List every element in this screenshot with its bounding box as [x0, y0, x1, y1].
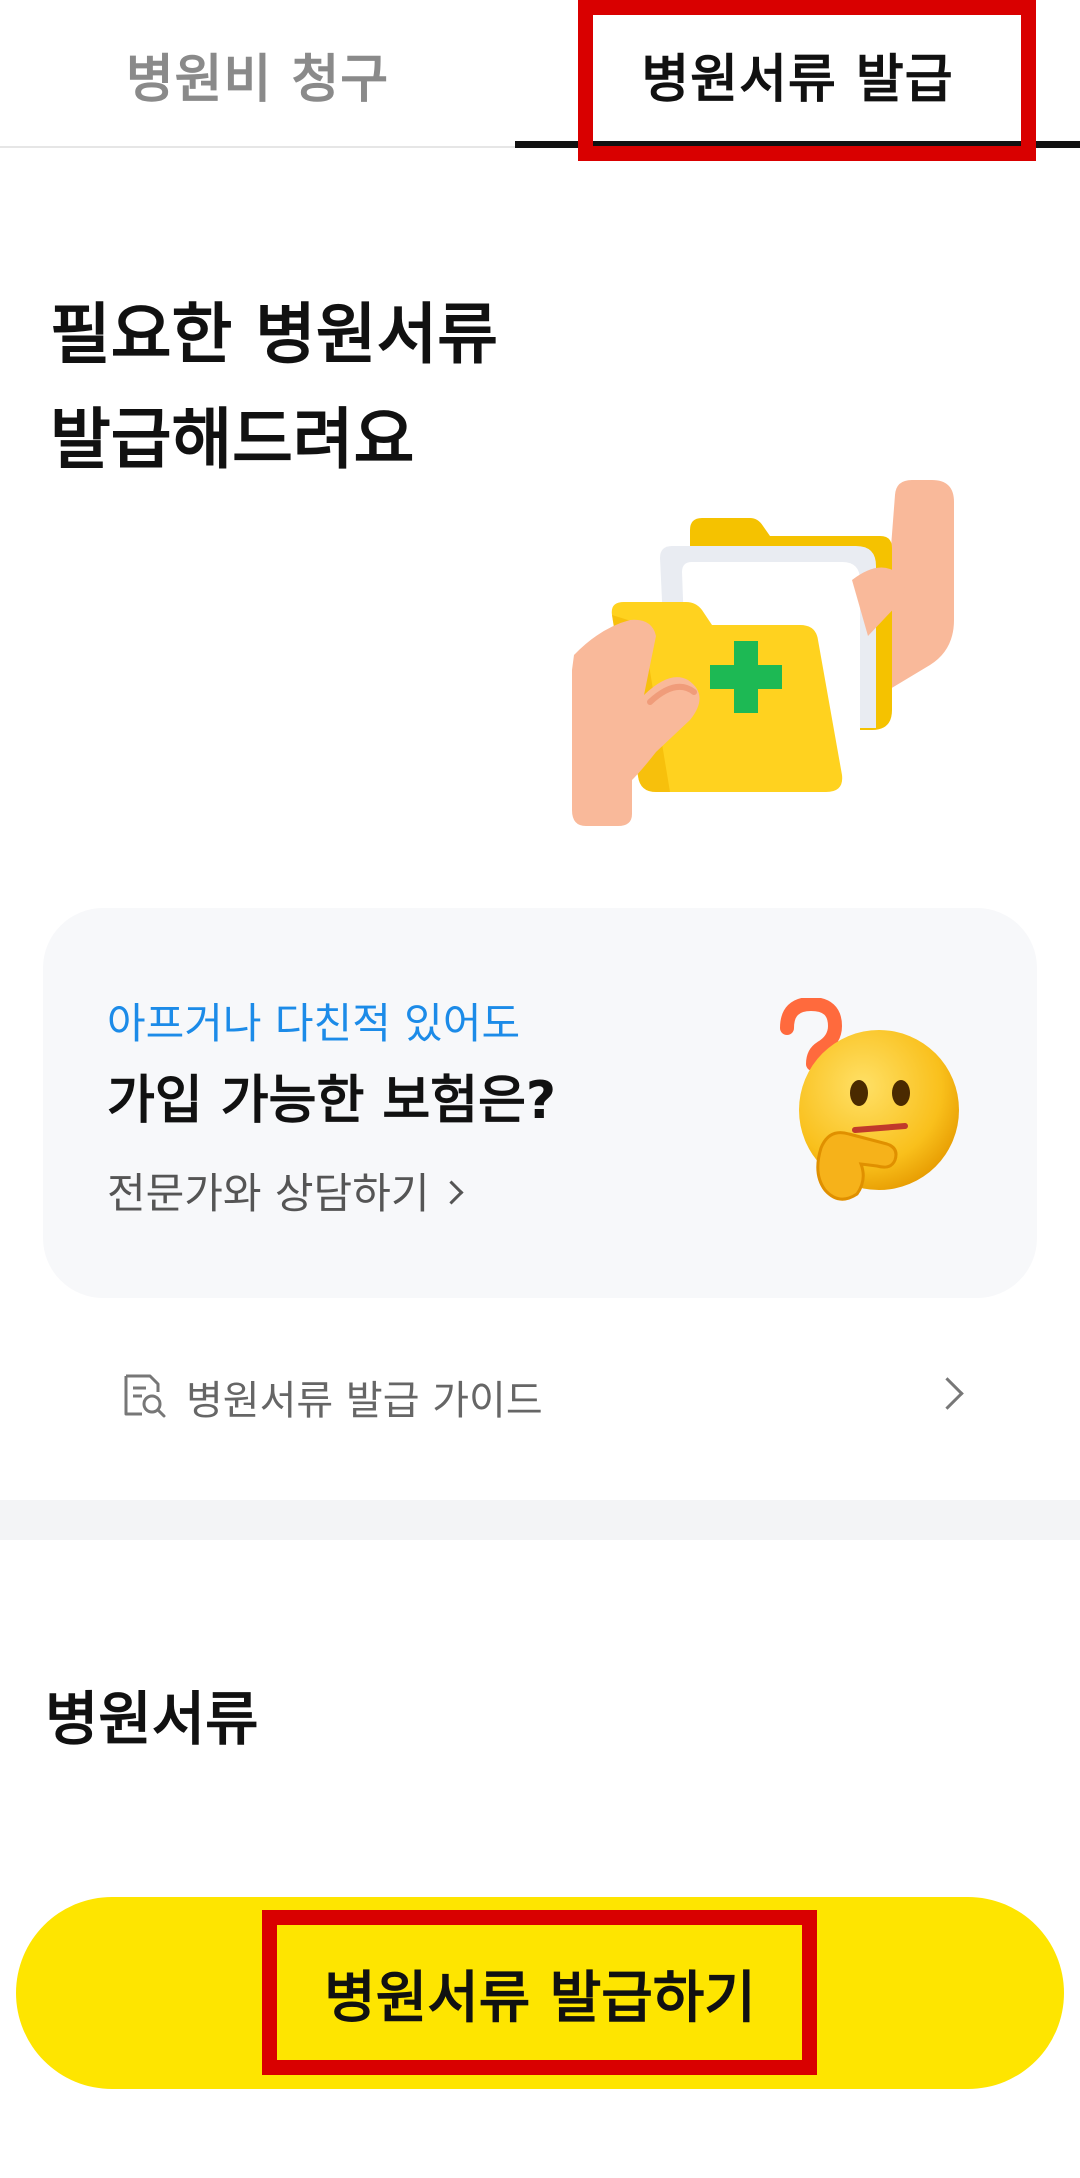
promo-subtitle: 아프거나 다친적 있어도 [107, 999, 521, 1048]
page-title-line-1: 필요한 병원서류 [50, 296, 499, 373]
promo-title: 가입 가능한 보험은? [107, 1071, 557, 1131]
folder-with-medical-cross-icon [572, 480, 954, 826]
chevron-right-icon [439, 1180, 465, 1205]
expert-consult-link[interactable]: 전문가와 상담하기 [107, 1160, 465, 1221]
tab-bar: 병원비 청구 병원서류 발급 [0, 0, 1080, 148]
thinking-face-icon [780, 998, 959, 1201]
active-tab-indicator [515, 141, 1080, 148]
document-search-icon [124, 1374, 166, 1418]
chevron-right-icon [931, 1377, 964, 1410]
document-issue-guide-row[interactable]: 병원서류 발급 가이드 [0, 1350, 1080, 1436]
page-title: 필요한 병원서류 발급해드려요 [50, 282, 498, 492]
issue-documents-button[interactable]: 병원서류 발급하기 [16, 1897, 1064, 2089]
insurance-consult-card[interactable]: 아프거나 다친적 있어도 가입 가능한 보험은? 전문가와 상담하기 [43, 908, 1037, 1298]
tab-hospital-document-issue[interactable]: 병원서류 발급 [515, 0, 1080, 148]
guide-label: 병원서류 발급 가이드 [186, 1378, 543, 1424]
section-divider [0, 1500, 1080, 1540]
expert-consult-label: 전문가와 상담하기 [107, 1169, 430, 1218]
page-title-line-2: 발급해드려요 [50, 401, 415, 478]
section-title: 병원서류 [45, 1685, 259, 1753]
tab-hospital-bill-claim[interactable]: 병원비 청구 [0, 0, 515, 148]
